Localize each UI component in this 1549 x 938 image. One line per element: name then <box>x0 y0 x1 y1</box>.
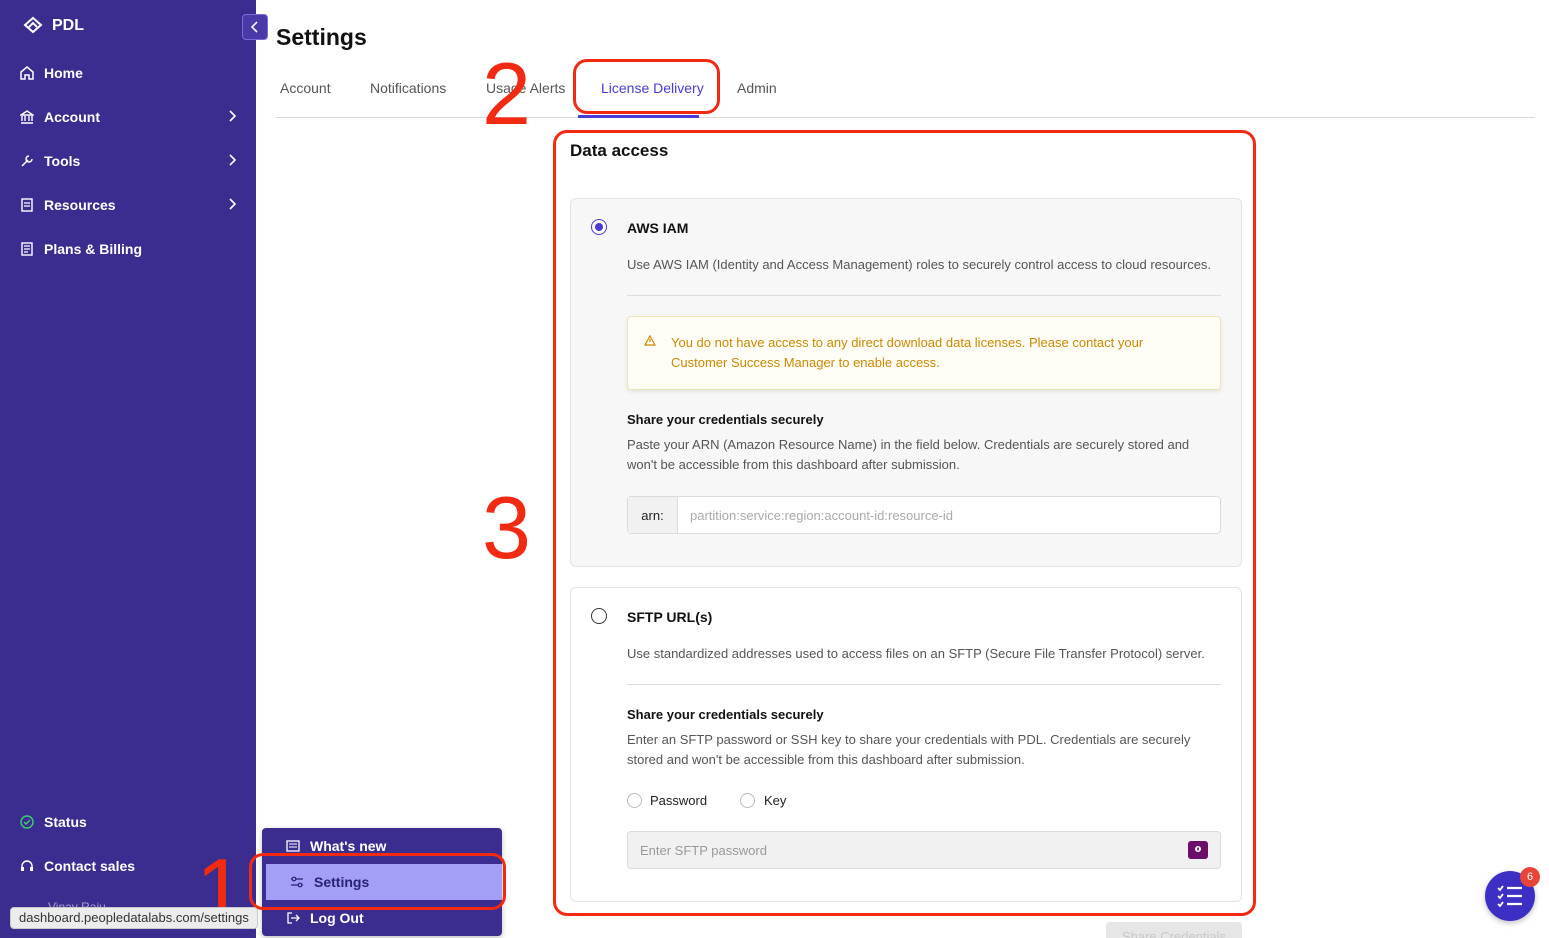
chevron-right-icon <box>229 198 236 210</box>
sftp-key-label[interactable]: Key <box>764 793 786 808</box>
sftp-password-radio[interactable] <box>627 793 642 808</box>
sftp-password-field <box>627 831 1221 869</box>
settings-tabs: Account Notifications Usage Alerts Licen… <box>276 74 1535 118</box>
menu-item-label: What's new <box>310 838 387 854</box>
password-manager-icon[interactable] <box>1188 841 1208 859</box>
tab-license-delivery[interactable]: License Delivery <box>601 80 704 96</box>
tools-icon <box>21 155 33 167</box>
chevron-right-icon <box>229 110 236 122</box>
page-title: Settings <box>276 24 367 50</box>
sidebar-item-label: Resources <box>44 197 116 213</box>
chevron-left-icon <box>251 21 258 33</box>
sidebar-item-contact-sales[interactable]: Contact sales <box>20 854 240 878</box>
sftp-radio[interactable] <box>591 608 607 624</box>
sidebar-item-home[interactable]: Home <box>20 61 240 85</box>
divider <box>627 684 1221 685</box>
menu-item-whats-new[interactable]: What's new <box>262 828 502 864</box>
menu-item-settings[interactable]: Settings <box>266 864 502 900</box>
license-warning-alert: You do not have access to any direct dow… <box>627 316 1221 390</box>
sftp-key-radio[interactable] <box>740 793 755 808</box>
active-tab-indicator <box>578 115 699 118</box>
aws-share-title: Share your credentials securely <box>627 412 824 427</box>
brand-name: PDL <box>52 17 84 34</box>
checklist-icon <box>1497 885 1522 908</box>
warning-icon <box>644 335 656 346</box>
aws-iam-radio[interactable] <box>591 219 607 235</box>
section-title: Data access <box>570 141 669 160</box>
sidebar-item-label: Plans & Billing <box>44 241 143 257</box>
sidebar-item-label: Account <box>44 109 100 125</box>
sidebar-item-status[interactable]: Status <box>20 810 240 834</box>
menu-item-label: Settings <box>314 874 370 890</box>
check-circle-icon <box>20 815 34 829</box>
sidebar-item-label: Status <box>44 814 87 830</box>
tab-notifications[interactable]: Notifications <box>370 80 446 96</box>
warning-text: You do not have access to any direct dow… <box>671 335 1144 370</box>
newspaper-icon <box>286 840 300 852</box>
collapse-sidebar-button[interactable] <box>242 14 268 40</box>
tab-usage-alerts[interactable]: Usage Alerts <box>486 80 565 96</box>
aws-share-text: Paste your ARN (Amazon Resource Name) in… <box>627 437 1190 472</box>
headset-icon <box>21 860 33 871</box>
tab-admin[interactable]: Admin <box>737 80 777 96</box>
sidebar-item-account[interactable]: Account <box>20 105 240 129</box>
sidebar: PDL Home Account Tools Resources Plans &… <box>0 0 256 938</box>
brand[interactable]: PDL <box>22 16 84 36</box>
sidebar-item-label: Tools <box>44 153 81 169</box>
annotation-number-3: 3 <box>482 478 531 577</box>
status-bar-url: dashboard.peopledatalabs.com/settings <box>10 907 258 929</box>
menu-item-label: Log Out <box>310 910 364 926</box>
sidebar-item-plans-billing[interactable]: Plans & Billing <box>20 237 240 261</box>
sliders-icon <box>291 876 303 888</box>
document-icon <box>21 198 33 212</box>
sidebar-item-label: Home <box>44 65 83 81</box>
arn-prefix: arn: <box>628 497 678 533</box>
tab-account[interactable]: Account <box>280 80 331 96</box>
bank-icon <box>20 110 34 124</box>
sftp-share-text: Enter an SFTP password or SSH key to sha… <box>627 732 1191 767</box>
key-icon <box>1195 846 1201 852</box>
sftp-description: Use standardized addresses used to acces… <box>627 646 1205 661</box>
share-credentials-button[interactable]: Share Credentials <box>1106 922 1242 938</box>
user-menu-popup: What's new Settings Log Out <box>262 828 502 936</box>
pdl-logo-icon <box>23 16 43 34</box>
aws-iam-description: Use AWS IAM (Identity and Access Managem… <box>627 257 1212 272</box>
menu-item-log-out[interactable]: Log Out <box>262 900 502 936</box>
arn-input[interactable] <box>678 497 1218 533</box>
sidebar-item-label: Contact sales <box>44 858 136 874</box>
logout-icon <box>287 912 300 924</box>
notification-badge: 6 <box>1520 867 1540 887</box>
sidebar-item-resources[interactable]: Resources <box>20 193 240 217</box>
chevron-right-icon <box>229 154 236 166</box>
sftp-title: SFTP URL(s) <box>627 609 713 625</box>
home-icon <box>20 66 34 80</box>
billing-icon <box>21 242 33 256</box>
sftp-password-input[interactable] <box>628 832 1178 868</box>
sftp-password-label[interactable]: Password <box>650 793 707 808</box>
sidebar-item-tools[interactable]: Tools <box>20 149 240 173</box>
sftp-share-title: Share your credentials securely <box>627 707 824 722</box>
aws-iam-title: AWS IAM <box>627 220 689 236</box>
arn-field: arn: <box>627 496 1221 534</box>
divider <box>627 295 1221 296</box>
